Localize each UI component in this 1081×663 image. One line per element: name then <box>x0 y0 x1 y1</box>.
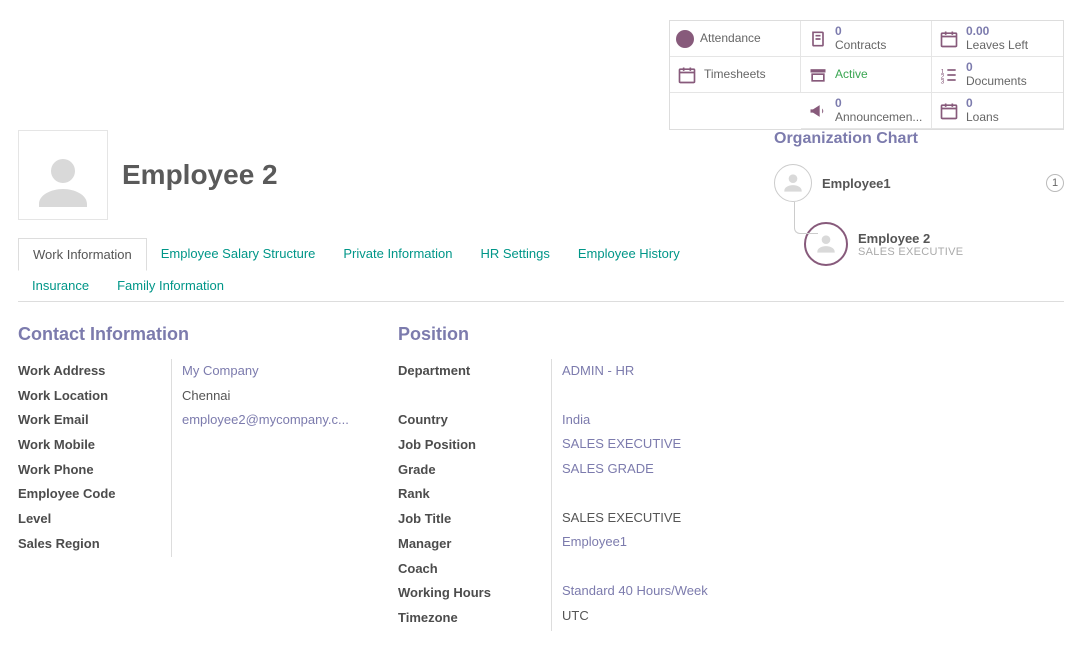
label-coach: Coach <box>398 557 541 582</box>
org-chart-panel: Organization Chart Employee1 1 Employee … <box>774 130 1064 270</box>
tab-family-information[interactable]: Family Information <box>103 270 238 301</box>
value-grade[interactable]: SALES GRADE <box>562 457 762 482</box>
label-employee-code: Employee Code <box>18 482 161 507</box>
tab-employee-history[interactable]: Employee History <box>564 238 694 270</box>
label-work-address: Work Address <box>18 359 161 384</box>
label-grade: Grade <box>398 458 541 483</box>
tab-salary-structure[interactable]: Employee Salary Structure <box>147 238 330 270</box>
employee-avatar[interactable] <box>18 130 108 220</box>
label-work-location: Work Location <box>18 384 161 409</box>
label-working-hours: Working Hours <box>398 581 541 606</box>
value-coach <box>562 555 762 579</box>
label-timezone: Timezone <box>398 606 541 631</box>
org-current-role: SALES EXECUTIVE <box>858 246 963 258</box>
org-connector-line <box>794 202 818 234</box>
label-country: Country <box>398 408 541 433</box>
label-department: Department <box>398 359 541 384</box>
tab-private-information[interactable]: Private Information <box>329 238 466 270</box>
value-country[interactable]: India <box>562 408 762 433</box>
label-work-phone: Work Phone <box>18 458 161 483</box>
org-current-name: Employee 2 <box>858 231 963 246</box>
value-department[interactable]: ADMIN - HR <box>562 359 762 384</box>
value-job-title: SALES EXECUTIVE <box>562 506 762 531</box>
value-work-location: Chennai <box>182 384 382 409</box>
avatar-icon <box>774 164 812 202</box>
label-sales-region: Sales Region <box>18 532 161 557</box>
label-level: Level <box>18 507 161 532</box>
value-job-position[interactable]: SALES EXECUTIVE <box>562 432 762 457</box>
contact-section-title: Contact Information <box>18 324 398 345</box>
value-work-email[interactable]: employee2@mycompany.c... <box>182 408 382 433</box>
value-spacer <box>562 384 762 408</box>
label-job-position: Job Position <box>398 433 541 458</box>
org-parent-count[interactable]: 1 <box>1046 174 1064 192</box>
value-working-hours[interactable]: Standard 40 Hours/Week <box>562 579 762 604</box>
value-work-address[interactable]: My Company <box>182 359 382 384</box>
tab-work-information[interactable]: Work Information <box>18 238 147 271</box>
label-spacer <box>398 384 541 409</box>
value-rank <box>562 482 762 506</box>
org-chart-title: Organization Chart <box>774 130 1064 148</box>
value-manager[interactable]: Employee1 <box>562 530 762 555</box>
org-parent-name: Employee1 <box>822 176 891 191</box>
tab-insurance[interactable]: Insurance <box>18 270 103 301</box>
label-work-email: Work Email <box>18 408 161 433</box>
value-timezone: UTC <box>562 604 762 629</box>
position-section-title: Position <box>398 324 778 345</box>
label-rank: Rank <box>398 482 541 507</box>
org-parent-node[interactable]: Employee1 1 <box>774 160 1064 206</box>
label-work-mobile: Work Mobile <box>18 433 161 458</box>
employee-name: Employee 2 <box>122 159 278 191</box>
tab-hr-settings[interactable]: HR Settings <box>466 238 563 270</box>
org-current-node[interactable]: Employee 2 SALES EXECUTIVE <box>804 218 1064 270</box>
label-manager: Manager <box>398 532 541 557</box>
label-job-title: Job Title <box>398 507 541 532</box>
